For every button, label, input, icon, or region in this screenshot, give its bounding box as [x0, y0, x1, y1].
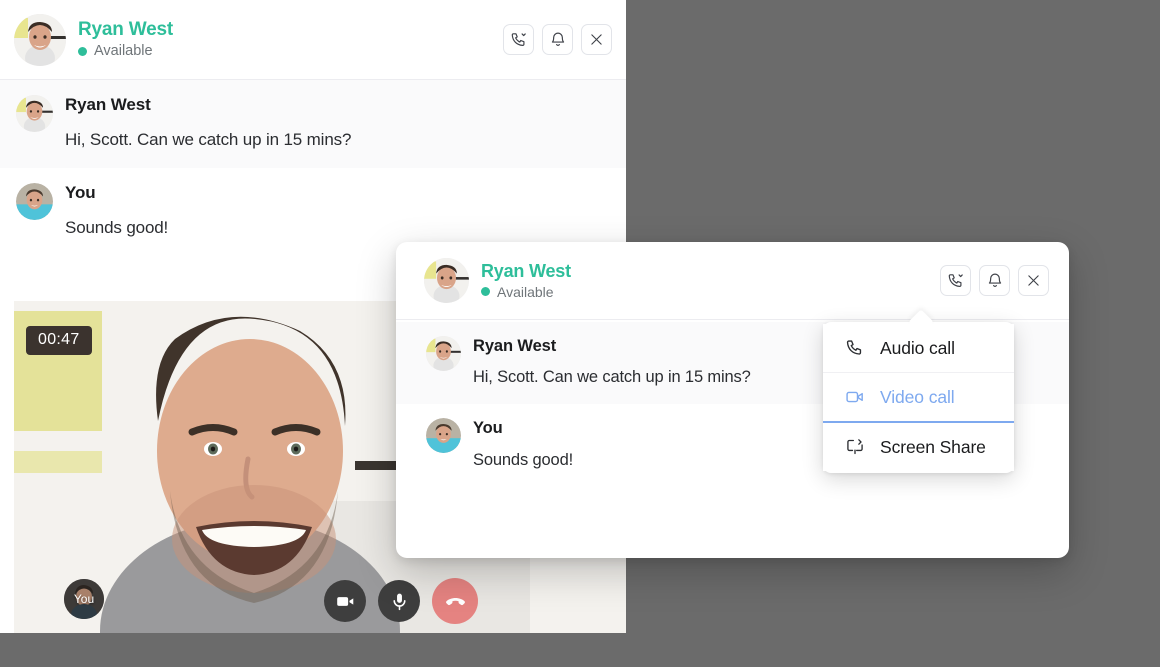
status-label: Available [497, 283, 554, 300]
self-view-thumbnail[interactable]: You [64, 579, 104, 619]
message-body: Ryan West Hi, Scott. Can we catch up in … [65, 94, 610, 152]
ryan-west-avatar [16, 95, 53, 132]
toggle-microphone-button[interactable] [378, 580, 420, 622]
header-actions [940, 265, 1049, 296]
header-actions [503, 24, 612, 55]
phone-icon [844, 337, 866, 359]
contact-info: Ryan West Available [481, 261, 571, 300]
message-text: Sounds good! [65, 217, 169, 237]
screen-share-icon [844, 436, 866, 458]
contact-info: Ryan West Available [78, 19, 173, 60]
contact-name: Ryan West [78, 19, 173, 41]
status-badge: Available [78, 43, 173, 60]
toggle-camera-button[interactable] [324, 580, 366, 622]
call-timer: 00:47 [26, 326, 92, 355]
message-text: Hi, Scott. Can we catch up in 15 mins? [65, 129, 352, 149]
call-dropdown-button[interactable] [940, 265, 971, 296]
contact-name: Ryan West [481, 261, 571, 282]
close-button[interactable] [1018, 265, 1049, 296]
menu-item-screen-share[interactable]: Screen Share [823, 423, 1014, 471]
status-dot-icon [481, 287, 490, 297]
you-avatar [426, 418, 461, 454]
call-controls [324, 578, 478, 624]
close-button[interactable] [581, 24, 612, 55]
menu-item-video-call[interactable]: Video call [823, 372, 1014, 423]
notifications-button[interactable] [979, 265, 1010, 296]
you-avatar [16, 182, 53, 220]
ryan-west-avatar [426, 336, 461, 371]
message-body: You Sounds good! [65, 182, 610, 240]
ryan-west-avatar [14, 13, 66, 66]
video-camera-icon [844, 386, 866, 408]
call-dropdown-button[interactable] [503, 24, 534, 55]
message-author: You [65, 182, 96, 202]
status-dot-icon [78, 46, 87, 56]
call-options-dropdown: Audio call Video call Screen Share [823, 322, 1014, 473]
modal-header: Ryan West Available [396, 242, 1069, 320]
end-call-button[interactable] [432, 578, 478, 624]
menu-item-label: Screen Share [880, 436, 986, 457]
menu-item-label: Video call [880, 386, 955, 407]
notifications-button[interactable] [542, 24, 573, 55]
message-row: Ryan West Hi, Scott. Can we catch up in … [0, 80, 626, 168]
message-author: Ryan West [65, 95, 151, 114]
self-view-label: You [73, 592, 95, 606]
status-badge: Available [481, 284, 571, 300]
ryan-west-avatar [424, 258, 469, 303]
app-stage: Ryan West Available Ryan West Hi, Scott.… [0, 0, 1160, 667]
chat-header: Ryan West Available [0, 0, 626, 80]
menu-item-audio-call[interactable]: Audio call [823, 324, 1014, 372]
status-label: Available [94, 43, 153, 60]
menu-item-label: Audio call [880, 337, 955, 358]
